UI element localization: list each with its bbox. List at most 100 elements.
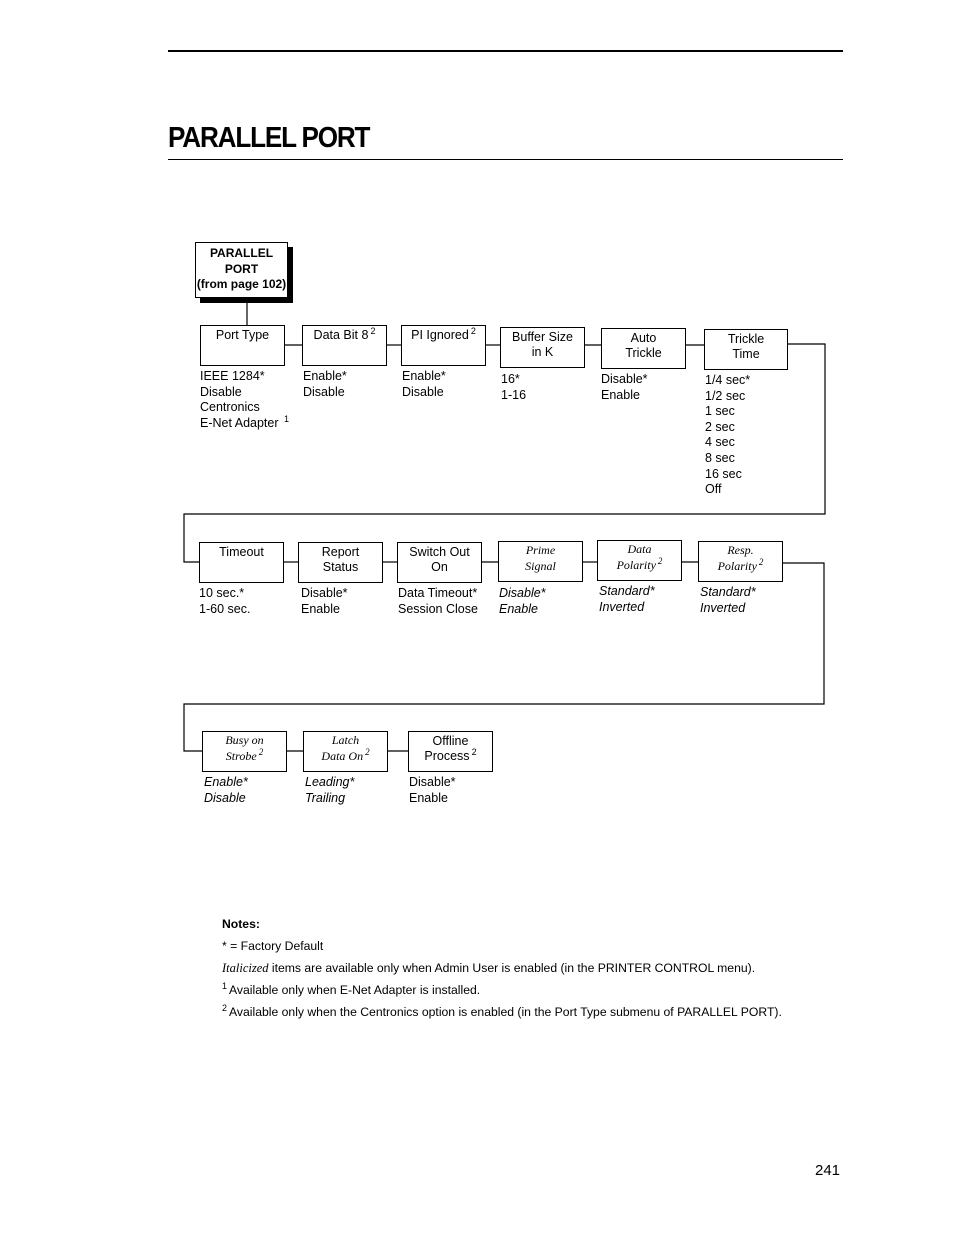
option-item: 8 sec (705, 450, 735, 465)
footnote-marker: 2 (365, 746, 370, 757)
option-item: 4 sec (705, 435, 735, 450)
menu-label: Port Type (215, 328, 270, 342)
option-item: Disable (303, 384, 345, 399)
menu-box-latch-data-on[interactable]: Latch Data On 2 (303, 731, 388, 772)
notes-heading: Notes: (222, 917, 260, 931)
root-menu-parallel-port[interactable]: PARALLEL PORT (from page 102) (195, 242, 288, 298)
page-title: PARALLEL PORT (168, 122, 371, 154)
option-item: 16 sec (705, 466, 742, 481)
option-item: Enable (499, 601, 538, 616)
menu-box-data-polarity[interactable]: Data Polarity 2 (597, 540, 682, 581)
menu-label: Data Bit 82 (313, 326, 376, 342)
footnote-marker: 2 (471, 747, 477, 757)
options-prime-signal: Disable* Enable (499, 586, 546, 617)
footnote-marker: 2 (758, 556, 764, 567)
menu-label: Auto (630, 331, 657, 345)
option-item: 1/4 sec* (705, 373, 751, 387)
root-label-line: (from page 102) (196, 277, 287, 291)
option-item: 16* (501, 372, 520, 386)
options-auto-trickle: Disable* Enable (601, 372, 648, 403)
menu-label: Strobe 2 (225, 746, 264, 763)
options-data-bit-8: Enable* Disable (303, 369, 347, 400)
menu-label: Time (732, 347, 760, 361)
option-item: Disable (200, 384, 242, 399)
menu-label: Latch (331, 733, 360, 747)
footnote-marker: 2 (470, 326, 476, 336)
menu-label: Resp. (727, 543, 754, 557)
option-item: Disable* (499, 586, 546, 600)
option-item: E-Net Adapter 1 (200, 413, 290, 430)
option-item: Leading* (305, 775, 355, 789)
option-item: Enable (409, 790, 448, 805)
root-label-line: PORT (224, 261, 259, 276)
menu-label: Trickle (727, 332, 765, 346)
menu-box-switch-out-on[interactable]: Switch Out On (397, 542, 482, 583)
page-number: 241 (815, 1162, 841, 1179)
menu-label: Offline (432, 734, 469, 748)
menu-label: Signal (525, 558, 556, 573)
option-item: Standard* (599, 584, 655, 598)
option-item: Disable (402, 384, 444, 399)
menu-connectors (183, 298, 826, 752)
menu-box-data-bit-8[interactable]: Data Bit 82 (302, 325, 387, 366)
note-footnote-1: 1 Available only when E-Net Adapter is in… (222, 981, 481, 997)
note-footnote-2: 2 Available only when the Centronics opti… (222, 1003, 782, 1019)
footnote-marker: 1 (284, 413, 290, 424)
menu-label: Timeout (219, 545, 264, 559)
note-italicized: Italicized items are available only when… (222, 961, 756, 975)
option-item: Enable* (402, 369, 446, 383)
menu-label: Process 2 (424, 747, 477, 763)
footnote-marker: 2 (657, 555, 663, 566)
root-label-line: PARALLEL (209, 246, 274, 260)
menu-label: Switch Out (409, 545, 470, 559)
option-item: Disable* (409, 775, 456, 789)
menu-label: Polarity 2 (717, 556, 764, 573)
option-item: 1-16 (501, 387, 527, 402)
options-data-polarity: Standard* Inverted (599, 584, 655, 615)
menu-box-pi-ignored[interactable]: PI Ignored 2 (401, 325, 486, 366)
manual-page: PARALLEL PORT PARALLEL PORT (from page 1… (0, 0, 954, 1235)
menu-label: Prime (525, 543, 556, 557)
menu-box-auto-trickle[interactable]: Auto Trickle (601, 328, 686, 369)
menu-box-resp-polarity[interactable]: Resp. Polarity 2 (698, 541, 783, 582)
options-port-type: IEEE 1284* Disable Centronics E-Net Adap… (200, 369, 289, 432)
options-pi-ignored: Enable* Disable (402, 369, 446, 400)
option-item: Disable* (301, 586, 348, 600)
option-item: Inverted (700, 600, 746, 615)
option-item: Data Timeout* (398, 586, 478, 600)
menu-box-trickle-time[interactable]: Trickle Time (704, 329, 788, 370)
footnote-marker: 2 (370, 326, 376, 336)
option-item: 2 sec (705, 419, 735, 434)
menu-box-report-status[interactable]: Report Status (298, 542, 383, 583)
note-factory-default: * = Factory Default (222, 939, 324, 953)
menu-box-timeout[interactable]: Timeout (199, 542, 284, 583)
options-resp-polarity: Standard* Inverted (700, 585, 756, 616)
options-offline-process: Disable* Enable (409, 775, 456, 806)
menu-label: Status (322, 560, 359, 574)
menu-label: Polarity 2 (616, 555, 663, 572)
option-item: Disable (204, 790, 246, 805)
option-item: Enable (301, 601, 340, 616)
menu-box-prime-signal[interactable]: Prime Signal (498, 541, 583, 582)
option-item: Trailing (305, 790, 346, 805)
options-report-status: Disable* Enable (301, 586, 348, 617)
menu-label: Report (321, 545, 360, 559)
options-buffer-size: 16* 1-16 (501, 372, 526, 403)
option-item: Disable* (601, 372, 648, 386)
options-busy-on-strobe: Enable* Disable (204, 775, 248, 806)
menu-box-port-type[interactable]: Port Type (200, 325, 285, 366)
options-latch-data-on: Leading* Trailing (305, 775, 354, 806)
option-item: Enable* (204, 775, 248, 789)
menu-box-offline-process[interactable]: Offline Process 2 (408, 731, 493, 772)
menu-label: in K (531, 345, 554, 359)
menu-label: PI Ignored 2 (411, 326, 476, 342)
menu-box-busy-on-strobe[interactable]: Busy on Strobe 2 (202, 731, 287, 772)
options-trickle-time: 1/4 sec* 1/2 sec 1 sec 2 sec 4 sec 8 sec… (705, 373, 750, 498)
options-switch-out-on: Data Timeout* Session Close (398, 586, 478, 617)
menu-label: Data (627, 542, 652, 556)
option-item: Session Close (398, 601, 478, 616)
header-rule (168, 50, 843, 52)
option-item: 1/2 sec (705, 388, 746, 403)
menu-label: Trickle (625, 346, 662, 360)
menu-box-buffer-size[interactable]: Buffer Size in K (500, 327, 585, 368)
